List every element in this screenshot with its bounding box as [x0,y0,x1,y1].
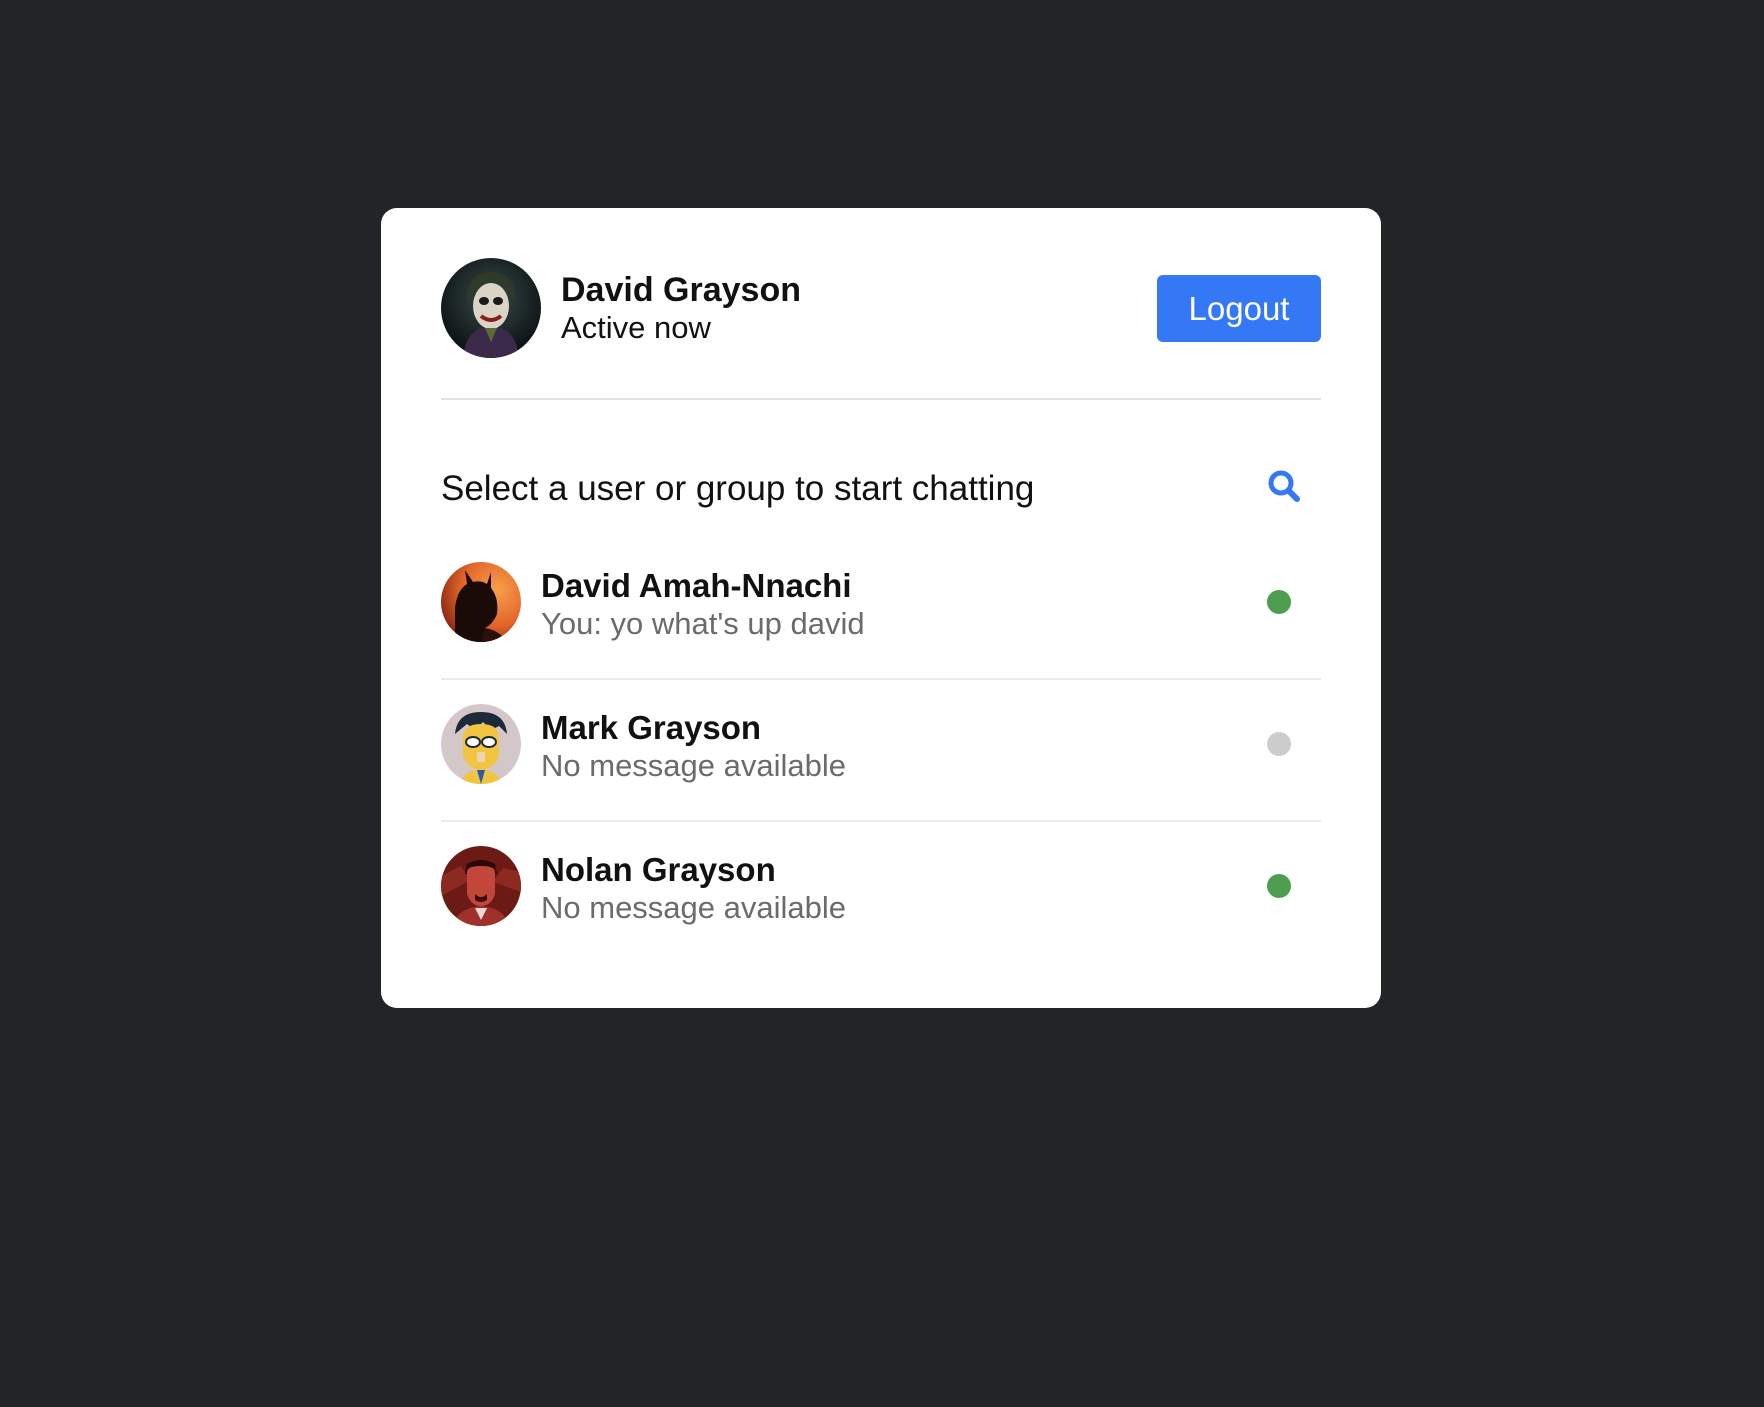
online-status-indicator [1267,874,1291,898]
current-user-status: Active now [561,310,711,345]
current-user-avatar [441,258,541,358]
header-divider [441,398,1321,400]
user-name: David Amah-Nnachi [541,567,852,604]
user-list-item[interactable]: Nolan Grayson No message available [441,822,1321,964]
user-last-message: You: yo what's up david [541,606,865,641]
user-name: Mark Grayson [541,709,762,746]
search-bar: Select a user or group to start chatting [441,463,1321,513]
current-user-name: David Grayson [561,271,801,309]
search-prompt-text: Select a user or group to start chatting [441,469,1035,508]
user-last-message: No message available [541,890,847,925]
user-last-message: No message available [541,748,847,783]
batman-avatar-icon [441,562,521,642]
logout-button[interactable]: Logout [1157,275,1321,342]
chat-users-panel: David Grayson Active now Logout Select a… [381,208,1381,1008]
offline-status-indicator [1267,732,1291,756]
user-avatar [441,846,521,926]
search-button[interactable] [1263,465,1307,509]
user-list-item[interactable]: Mark Grayson No message available [441,680,1321,822]
user-avatar [441,562,521,642]
user-list-item[interactable]: David Amah-Nnachi You: yo what's up davi… [441,538,1321,680]
invincible-avatar-icon [441,704,521,784]
online-status-indicator [1267,590,1291,614]
joker-avatar-icon [441,258,541,358]
user-avatar [441,704,521,784]
user-list: David Amah-Nnachi You: yo what's up davi… [441,538,1321,964]
search-icon [1268,470,1300,502]
omni-man-avatar-icon [441,846,521,926]
profile-header: David Grayson Active now Logout [441,258,1321,358]
user-name: Nolan Grayson [541,851,776,888]
